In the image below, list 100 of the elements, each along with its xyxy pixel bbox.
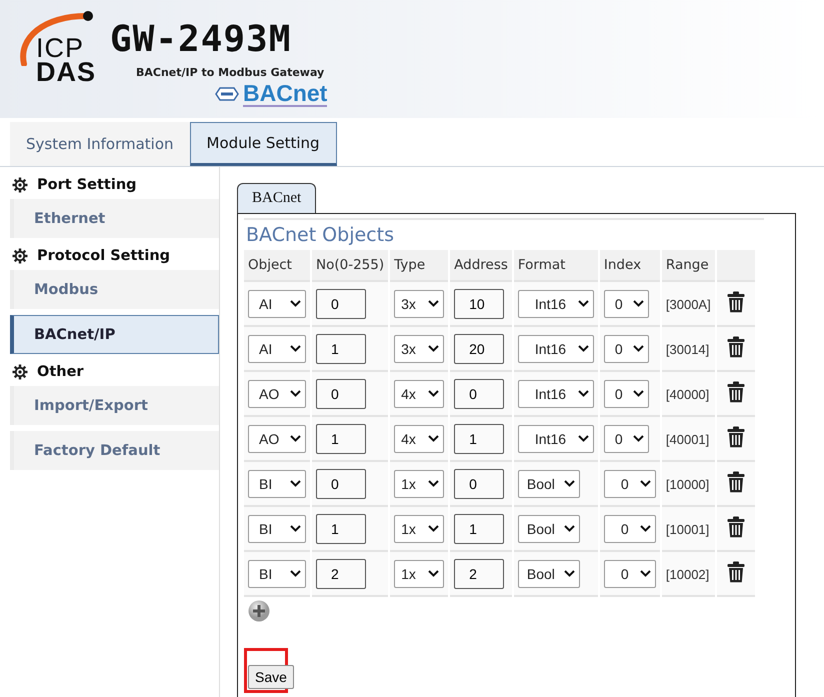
chevron-icon [428, 345, 440, 352]
sidebar-item[interactable]: Ethernet [10, 199, 219, 238]
type-select[interactable]: 1x [394, 560, 444, 588]
chevron-icon [290, 525, 301, 532]
sidebar-item[interactable]: Modbus [10, 270, 219, 309]
index-select[interactable]: 0 [604, 380, 649, 408]
sidebar-item[interactable]: Factory Default [10, 431, 219, 470]
type-select[interactable]: 4x [394, 424, 444, 452]
type-select[interactable]: 4x [394, 380, 444, 408]
object-select[interactable]: AO [248, 424, 306, 452]
hexagon-icon [214, 87, 240, 101]
add-icon[interactable] [248, 600, 270, 622]
column-header: Address [450, 250, 512, 282]
nav-tab[interactable]: System Information [10, 122, 190, 166]
object-select[interactable]: AO [248, 380, 306, 408]
column-header: Format [514, 250, 598, 282]
chevron-icon [578, 390, 589, 397]
chevron-icon [640, 570, 651, 577]
section-heading: Protocol Setting [37, 248, 170, 264]
number-field[interactable]: 1 [316, 514, 366, 544]
chevron-icon [578, 345, 589, 352]
range-text: [10000] [666, 477, 710, 492]
chevron-icon [290, 300, 301, 307]
range-text: [10001] [666, 522, 710, 537]
address-field[interactable]: 1 [454, 424, 504, 454]
column-header: Type [390, 250, 448, 282]
chevron-icon [632, 435, 644, 442]
chevron-icon [564, 525, 575, 532]
object-select[interactable]: BI [248, 560, 306, 588]
index-select[interactable]: 0 [604, 470, 656, 498]
address-field[interactable]: 10 [454, 288, 504, 318]
type-select[interactable]: 1x [394, 470, 444, 498]
index-select[interactable]: 0 [604, 514, 656, 542]
trash-icon[interactable] [726, 426, 745, 448]
logo-text: DAS [36, 60, 98, 84]
object-select[interactable]: BI [248, 470, 306, 498]
format-select[interactable]: Int16 [518, 334, 594, 362]
range-text: [10002] [666, 567, 710, 582]
chevron-icon [290, 480, 301, 487]
type-select[interactable]: 1x [394, 514, 444, 542]
type-select[interactable]: 3x [394, 334, 444, 362]
format-select[interactable]: Int16 [518, 290, 594, 318]
type-select[interactable]: 3x [394, 290, 444, 318]
chevron-icon [564, 480, 575, 487]
chevron-icon [564, 570, 575, 577]
trash-icon[interactable] [726, 290, 745, 312]
format-select[interactable]: Int16 [518, 380, 594, 408]
format-select[interactable]: Bool [518, 560, 580, 588]
chevron-icon [290, 390, 301, 397]
model-title: GW-2493M [110, 22, 292, 58]
object-select[interactable]: AI [248, 290, 306, 318]
address-field[interactable]: 2 [454, 558, 504, 588]
section-heading: Port Setting [37, 177, 137, 193]
panel-tab[interactable]: BACnet [237, 183, 316, 213]
trash-icon[interactable] [726, 560, 745, 582]
range-text: [40001] [666, 432, 710, 447]
trash-icon[interactable] [726, 470, 745, 492]
product-subtitle: BACnet/IP to Modbus Gateway [136, 66, 324, 79]
chevron-icon [428, 525, 440, 532]
trash-icon[interactable] [726, 336, 745, 358]
save-button[interactable]: Save [248, 665, 294, 689]
column-header: Object [244, 250, 310, 282]
trash-icon[interactable] [726, 516, 745, 538]
number-field[interactable]: 1 [316, 334, 366, 364]
chevron-icon [290, 570, 301, 577]
format-select[interactable]: Bool [518, 470, 580, 498]
address-field[interactable]: 1 [454, 514, 504, 544]
object-select[interactable]: BI [248, 514, 306, 542]
number-field[interactable]: 1 [316, 424, 366, 454]
address-field[interactable]: 0 [454, 468, 504, 498]
number-field[interactable]: 2 [316, 558, 366, 588]
number-field[interactable]: 0 [316, 468, 366, 498]
address-field[interactable]: 20 [454, 334, 504, 364]
index-select[interactable]: 0 [604, 290, 649, 318]
object-select[interactable]: AI [248, 334, 306, 362]
chevron-icon [428, 480, 440, 487]
format-select[interactable]: Int16 [518, 424, 594, 452]
sidebar-item[interactable]: Import/Export [10, 386, 219, 425]
logo-text: ICP [36, 36, 84, 60]
address-field[interactable]: 0 [454, 378, 504, 408]
index-select[interactable]: 0 [604, 334, 649, 362]
range-text: [40000] [666, 387, 710, 402]
chevron-icon [632, 300, 644, 307]
chevron-icon [290, 345, 301, 352]
nav-tab[interactable]: Module Setting [190, 122, 337, 166]
trash-icon[interactable] [726, 380, 745, 402]
number-field[interactable]: 0 [316, 288, 366, 318]
sidebar-item[interactable]: BACnet/IP [10, 315, 219, 354]
chevron-icon [428, 435, 440, 442]
bacnet-logo-text: BACnet [243, 81, 328, 107]
chevron-icon [632, 390, 644, 397]
index-select[interactable]: 0 [604, 560, 656, 588]
chevron-icon [428, 390, 440, 397]
range-text: [30014] [666, 342, 710, 357]
chevron-icon [578, 435, 589, 442]
chevron-icon [290, 435, 301, 442]
format-select[interactable]: Bool [518, 514, 580, 542]
column-header: Index [600, 250, 660, 282]
index-select[interactable]: 0 [604, 424, 649, 452]
number-field[interactable]: 0 [316, 378, 366, 408]
